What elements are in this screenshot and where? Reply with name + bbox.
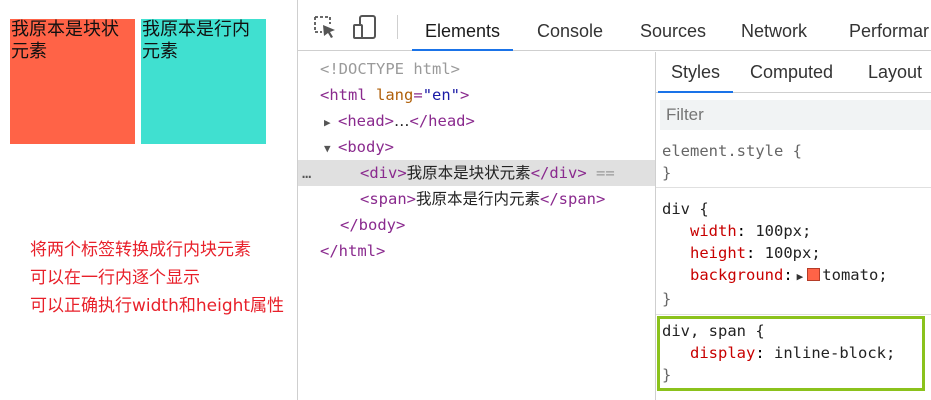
rule-element-style: element.style { }	[656, 139, 931, 188]
note-line-1: 将两个标签转换成行内块元素	[30, 240, 251, 260]
tab-styles[interactable]: Styles	[657, 52, 734, 93]
dom-tree: <!DOCTYPE html> <html lang="en"> ▶ <head>…	[298, 52, 655, 400]
page-preview: 我原本是块状元素 我原本是行内元素 将两个标签转换成行内块元素 可以在一行内逐个…	[0, 0, 298, 400]
styles-filter-input[interactable]	[660, 100, 931, 130]
rule-div: div { width: 100px; height: 100px; backg…	[656, 197, 931, 315]
dom-node-body[interactable]: ▼ <body>	[298, 134, 655, 160]
css-prop-height[interactable]: height: 100px;	[662, 242, 931, 264]
dom-node-div[interactable]: … <div>我原本是块状元素</div> ==	[298, 160, 655, 186]
tab-sources[interactable]: Sources	[640, 0, 706, 51]
block-div-box: 我原本是块状元素	[10, 19, 135, 144]
toolbar-separator	[397, 15, 398, 39]
dom-node-span[interactable]: <span>我原本是行内元素</span>	[298, 186, 655, 212]
dom-node-body-close[interactable]: </body>	[298, 212, 655, 238]
annotation-note: 将两个标签转换成行内块元素 可以在一行内逐个显示 可以正确执行width和hei…	[30, 236, 284, 320]
tab-performance[interactable]: Performar	[849, 0, 929, 51]
inline-span-text: 我原本是行内元素	[142, 19, 250, 62]
block-div-text: 我原本是块状元素	[11, 19, 119, 62]
expand-shorthand-icon[interactable]: ▶	[797, 270, 804, 283]
tab-elements[interactable]: Elements	[411, 0, 514, 51]
tab-network[interactable]: Network	[741, 0, 807, 51]
tab-layout[interactable]: Layout	[868, 52, 922, 93]
rule-highlight-box	[657, 316, 925, 391]
styles-pane: Styles Computed Layout element.style { }…	[655, 52, 931, 400]
styles-tabbar: Styles Computed Layout	[656, 52, 931, 93]
css-prop-background[interactable]: background: ▶ tomato;	[662, 264, 931, 288]
dom-node-doctype[interactable]: <!DOCTYPE html>	[298, 56, 655, 82]
color-swatch-icon[interactable]	[807, 268, 821, 281]
note-line-3: 可以正确执行width和height属性	[30, 296, 285, 316]
dom-node-html-close[interactable]: </html>	[298, 238, 655, 264]
inspect-element-icon[interactable]	[312, 14, 338, 40]
expand-triangle-icon[interactable]: ▶	[324, 110, 338, 136]
devtools-panel: Elements Console Sources Network Perform…	[297, 0, 931, 400]
tab-computed[interactable]: Computed	[750, 52, 833, 93]
dom-node-html[interactable]: <html lang="en">	[298, 82, 655, 108]
tab-console[interactable]: Console	[537, 0, 603, 51]
devtools-toolbar: Elements Console Sources Network Perform…	[298, 0, 931, 51]
device-toggle-icon[interactable]	[352, 14, 378, 40]
note-line-2: 可以在一行内逐个显示	[30, 268, 200, 288]
dom-node-head[interactable]: ▶ <head>…</head>	[298, 108, 655, 134]
inline-span-box: 我原本是行内元素	[141, 19, 266, 144]
css-prop-width[interactable]: width: 100px;	[662, 220, 931, 242]
collapse-triangle-icon[interactable]: ▼	[324, 136, 338, 162]
more-actions-icon[interactable]: …	[302, 160, 312, 186]
